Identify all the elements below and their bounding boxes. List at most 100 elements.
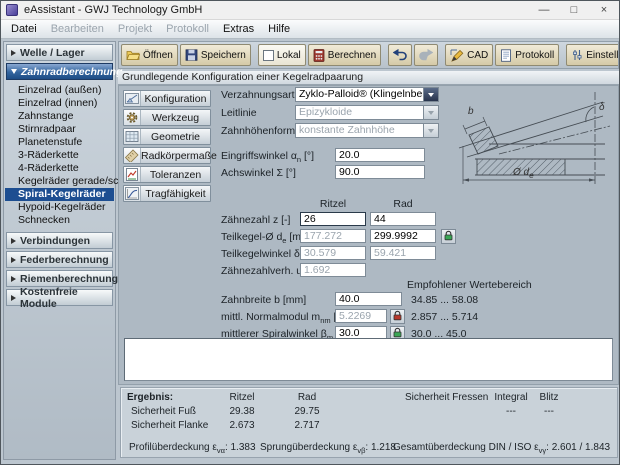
zaehnezahl-rad-input[interactable]: 44	[370, 212, 436, 226]
teilkegelwinkel-label: Teilkegelwinkel δ [°]	[221, 248, 313, 260]
redo-icon	[419, 49, 434, 61]
leitlinie-select: Epizykloide	[295, 105, 439, 120]
app-icon	[6, 4, 18, 16]
results-rad-header: Rad	[297, 392, 317, 403]
chevron-down-icon[interactable]	[423, 88, 438, 101]
page-title: Grundlegende Konfiguration einer Kegelra…	[118, 71, 619, 85]
chevron-right-icon	[11, 256, 16, 263]
results-title: Ergebnis:	[127, 392, 174, 403]
sprungueberdeckung-value: Sprungüberdeckung εvβ: 1.218	[260, 442, 396, 455]
sidebar: Welle / Lager Zahnradberechnung Einzelra…	[3, 41, 139, 460]
cad-button[interactable]: CAD	[445, 44, 494, 66]
menu-bearbeiten: Bearbeiten	[50, 23, 104, 35]
menu-hilfe[interactable]: Hilfe	[261, 23, 297, 35]
sidebar-item-stirnradpaar[interactable]: Stirnradpaar	[5, 123, 114, 136]
eingriffswinkel-input[interactable]: 20.0	[335, 148, 425, 162]
normalmodul-field: 5.2269	[335, 309, 387, 323]
nav-toleranzen-button[interactable]: Toleranzen	[123, 166, 211, 183]
sidebar-item-spiral-kegelraeder[interactable]: Spiral-Kegelräder	[5, 188, 114, 201]
menubar: Datei Bearbeiten Projekt Protokoll Extra…	[1, 20, 619, 39]
message-area[interactable]	[124, 338, 613, 381]
sidebar-section-verbindungen[interactable]: Verbindungen	[6, 232, 113, 249]
open-button[interactable]: Öffnen	[121, 44, 178, 66]
normalmodul-lock-button[interactable]	[390, 309, 405, 324]
sliders-icon	[571, 49, 583, 61]
fuss-label: Sicherheit Fuß	[131, 406, 197, 417]
minimize-button[interactable]: —	[529, 1, 559, 20]
sidebar-item-kegelraeder[interactable]: Kegelräder gerade/schräg	[5, 175, 139, 188]
maximize-button[interactable]: □	[559, 1, 589, 20]
undo-button[interactable]	[388, 44, 413, 66]
sidebar-section-kostenfreie-module[interactable]: Kostenfreie Module	[6, 286, 113, 310]
teilkegel-rad-input[interactable]: 299.9992	[370, 229, 436, 243]
rad-column-header: Rad	[393, 198, 413, 210]
teilkegelwinkel-rad-field: 59.421	[370, 246, 436, 260]
titlebar: eAssistant - GWJ Technology GmbH — □ ×	[1, 1, 619, 20]
zahnhoehenform-label: Zahnhöhenform	[221, 125, 296, 137]
results-panel: Ergebnis: Ritzel Rad Sicherheit Fressen …	[120, 387, 618, 458]
close-button[interactable]: ×	[589, 1, 619, 20]
nav-radkoerpermasse-button[interactable]: Radkörpermaße	[123, 147, 217, 164]
sidebar-section-riemenberechnung[interactable]: Riemenberechnung	[6, 270, 118, 287]
range-header: Empfohlener Wertebereich	[407, 279, 532, 291]
nav-geometrie-button[interactable]: Geometrie	[123, 128, 211, 145]
grid-icon	[124, 129, 141, 144]
save-button[interactable]: Speichern	[179, 44, 251, 66]
undo-icon	[393, 49, 407, 61]
chevron-down-icon	[423, 124, 438, 137]
local-toggle[interactable]: Lokal	[257, 44, 306, 66]
local-checkbox[interactable]	[262, 49, 274, 61]
menu-protokoll: Protokoll	[166, 23, 209, 35]
cad-pencil-icon	[450, 49, 464, 62]
results-ritzel-header: Ritzel	[229, 392, 255, 403]
form-area: Konfiguration Werkzeug Geometrie Radkörp…	[118, 85, 619, 385]
settings-button[interactable]: Einstellungen	[566, 44, 618, 66]
sidebar-item-einzelrad-innen[interactable]: Einzelrad (innen)	[5, 97, 114, 110]
gear-icon	[124, 110, 141, 125]
menu-extras[interactable]: Extras	[216, 23, 261, 35]
teilkegel-lock-button[interactable]	[441, 229, 456, 244]
zaehnezahl-ritzel-input[interactable]: 26	[300, 212, 366, 226]
normalmodul-range: 2.857 ... 5.714	[411, 311, 479, 323]
sidebar-item-schnecken[interactable]: Schnecken	[5, 214, 114, 227]
sidebar-item-4-raederkette[interactable]: 4-Räderkette	[5, 162, 114, 175]
app-window: eAssistant - GWJ Technology GmbH — □ × D…	[0, 0, 620, 465]
sidebar-item-hypoid-kegelraeder[interactable]: Hypoid-Kegelräder	[5, 201, 114, 214]
log-button[interactable]: Protokoll	[495, 44, 560, 66]
verzahnungsart-label: Verzahnungsart	[221, 89, 295, 101]
achswinkel-input[interactable]: 90.0	[335, 165, 425, 179]
sidebar-section-federberechnung[interactable]: Federberechnung	[6, 251, 113, 268]
zahnbreite-range: 34.85 ... 58.08	[411, 294, 479, 306]
diagram-delta-label: δ	[599, 102, 605, 113]
sidebar-item-planetenstufe[interactable]: Planetenstufe	[5, 136, 114, 149]
calculator-icon	[313, 48, 325, 62]
nav-konfiguration-button[interactable]: Konfiguration	[123, 90, 211, 107]
folder-open-icon	[126, 49, 140, 61]
sidebar-item-einzelrad-aussen[interactable]: Einzelrad (außen)	[5, 84, 114, 97]
menu-projekt: Projekt	[117, 23, 153, 35]
chevron-right-icon	[11, 237, 16, 244]
nav-tragfaehigkeit-button[interactable]: Tragfähigkeit	[123, 185, 211, 202]
diagram-de-label: Ø de	[513, 167, 534, 180]
menu-datei[interactable]: Datei	[4, 23, 44, 35]
ruler-icon	[124, 148, 141, 163]
verzahnungsart-select[interactable]: Zyklo-Palloid® (Klingelnberg)	[295, 87, 439, 102]
fuss-rad-value: 29.75	[294, 406, 320, 417]
nav-werkzeug-button[interactable]: Werkzeug	[123, 109, 211, 126]
profilueberdeckung-value: Profilüberdeckung εvα: 1.383	[129, 442, 256, 455]
sidebar-item-3-raederkette[interactable]: 3-Räderkette	[5, 149, 114, 162]
save-icon	[185, 49, 198, 61]
lock-open-icon	[443, 229, 454, 244]
zaehnezahl-label: Zähnezahl z [-]	[221, 214, 291, 226]
document-icon	[500, 48, 512, 62]
teilkegelwinkel-ritzel-field: 30.579	[300, 246, 366, 260]
results-fressen-header: Sicherheit Fressen	[405, 392, 489, 403]
sidebar-section-welle-lager[interactable]: Welle / Lager	[6, 44, 113, 61]
sidebar-section-zahnradberechnung[interactable]: Zahnradberechnung	[6, 63, 123, 80]
chevron-down-icon	[423, 106, 438, 119]
achswinkel-label: Achswinkel Σ [°]	[221, 167, 296, 179]
drafting-board-icon	[124, 91, 141, 106]
calculate-button[interactable]: Berechnen	[307, 44, 382, 66]
sidebar-item-zahnstange[interactable]: Zahnstange	[5, 110, 114, 123]
zahnbreite-input[interactable]: 40.0	[335, 292, 402, 306]
